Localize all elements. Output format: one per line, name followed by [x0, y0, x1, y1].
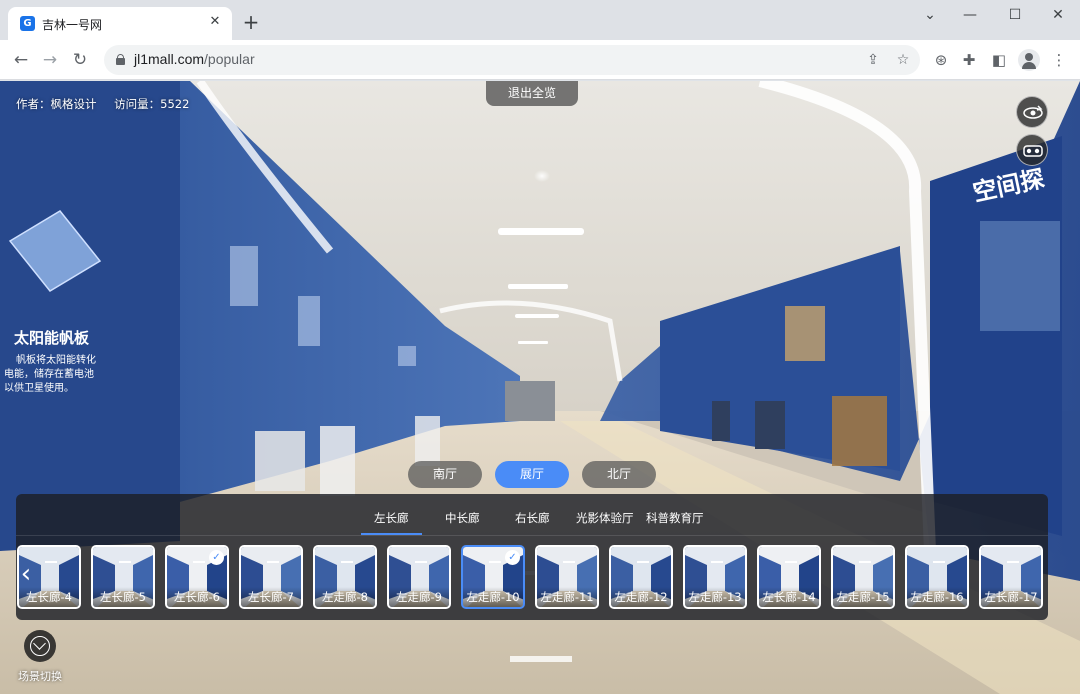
- scene-thumbnail[interactable]: 左长廊-17: [979, 545, 1043, 609]
- scene-thumbnail[interactable]: 左长廊-7: [239, 545, 303, 609]
- lock-icon[interactable]: [116, 54, 125, 65]
- wall-text-solar-title: 太阳能帆板: [14, 329, 90, 347]
- tab-search-chevron-icon[interactable]: ⌄: [910, 4, 950, 26]
- scene-thumbnail[interactable]: 左长廊-14: [757, 545, 821, 609]
- address-bar[interactable]: jl1mall.com/popular ⇪ ☆: [104, 45, 920, 75]
- scene-switch-button[interactable]: [24, 630, 56, 662]
- scene-thumbnail[interactable]: 左走廊-9: [387, 545, 451, 609]
- maximize-icon[interactable]: ☐: [995, 4, 1035, 26]
- subtab-left-corridor[interactable]: 左长廊: [374, 510, 409, 526]
- star-icon[interactable]: ☆: [892, 49, 914, 71]
- panel-divider: [16, 535, 1048, 536]
- browser-tab[interactable]: G 吉林一号网 ✕: [8, 7, 232, 40]
- back-icon[interactable]: ←: [9, 48, 33, 72]
- subtab-middle-corridor[interactable]: 中长廊: [445, 510, 480, 526]
- scene-thumbnail[interactable]: 左走廊-15: [831, 545, 895, 609]
- subtab-light-experience-hall[interactable]: 光影体验厅: [576, 510, 634, 526]
- vr-glasses-icon[interactable]: [1016, 134, 1048, 166]
- forward-icon[interactable]: →: [38, 48, 62, 72]
- share-icon[interactable]: ⇪: [862, 49, 884, 71]
- new-tab-icon[interactable]: +: [240, 11, 262, 33]
- wall-text-solar-desc-2: 电能，储存在蓄电池: [4, 367, 94, 380]
- subtab-right-corridor[interactable]: 右长廊: [515, 510, 550, 526]
- thumbnail-label: 左长廊-4: [19, 587, 79, 607]
- thumbnail-label: 左长廊-7: [241, 587, 301, 607]
- hall-button-exhibition[interactable]: 展厅: [495, 461, 569, 488]
- subtab-science-education-hall[interactable]: 科普教育厅: [646, 510, 704, 526]
- thumbnail-label: 左走廊-16: [907, 587, 967, 607]
- rotate-view-icon[interactable]: [1016, 96, 1048, 128]
- wall-text-solar-desc-1: 帆板将太阳能转化: [16, 353, 96, 366]
- thumbnail-label: 左走廊-10: [463, 587, 523, 607]
- hall-button-north[interactable]: 北厅: [582, 461, 656, 488]
- tab-title: 吉林一号网: [42, 18, 103, 32]
- scene-thumbnail[interactable]: 左走廊-8: [313, 545, 377, 609]
- author-label: 作者：枫格设计: [16, 97, 97, 111]
- scene-thumbnail[interactable]: 左长廊-5: [91, 545, 155, 609]
- thumbnail-label: 左走廊-13: [685, 587, 745, 607]
- site-favicon-icon: G: [20, 16, 35, 31]
- tab-close-icon[interactable]: ✕: [206, 13, 224, 31]
- thumbnail-label: 左走廊-15: [833, 587, 893, 607]
- thumbnail-label: 左长廊-14: [759, 587, 819, 607]
- scene-thumbnail[interactable]: 左走廊-12: [609, 545, 673, 609]
- browser-toolbar: ← → ↻ jl1mall.com/popular ⇪ ☆ ⊛ ✚ ◧ ⋮: [0, 40, 1080, 80]
- minimize-icon[interactable]: —: [950, 4, 990, 26]
- url-text: jl1mall.com/popular: [134, 51, 255, 67]
- scene-thumbnail[interactable]: 左走廊-10 ✓: [461, 545, 525, 609]
- checkmark-icon: ✓: [505, 550, 520, 565]
- scene-thumbnail[interactable]: 左走廊-11: [535, 545, 599, 609]
- thumbnail-label: 左长廊-6: [167, 587, 227, 607]
- hall-button-south[interactable]: 南厅: [408, 461, 482, 488]
- more-icon[interactable]: ⋮: [1048, 49, 1070, 71]
- visit-count: 访问量：5522: [114, 97, 190, 111]
- wall-text-solar-desc-3: 以供卫星使用。: [4, 381, 74, 394]
- chevron-left-icon[interactable]: ‹: [16, 559, 36, 589]
- author-info: 作者：枫格设计 访问量：5522: [16, 96, 203, 112]
- extension-puzzle-icon[interactable]: ✚: [958, 49, 980, 71]
- window-close-icon[interactable]: ✕: [1038, 4, 1078, 26]
- thumbnail-label: 左走廊-9: [389, 587, 449, 607]
- side-panel-icon[interactable]: ◧: [988, 49, 1010, 71]
- thumbnail-label: 左长廊-5: [93, 587, 153, 607]
- scene-thumbnail[interactable]: 左走廊-13: [683, 545, 747, 609]
- thumbnail-label: 左走廊-11: [537, 587, 597, 607]
- scene-thumbnail[interactable]: 左走廊-16: [905, 545, 969, 609]
- thumbnail-label: 左走廊-8: [315, 587, 375, 607]
- browser-window: G 吉林一号网 ✕ + ⌄ — ☐ ✕ ← → ↻ jl1mall.com/po…: [0, 0, 1080, 694]
- panorama-viewer[interactable]: 太阳能帆板 帆板将太阳能转化 电能，储存在蓄电池 以供卫星使用。 空间探 作者：…: [0, 81, 1080, 694]
- reload-icon[interactable]: ↻: [68, 48, 92, 72]
- scene-selector-panel: 左长廊 中长廊 右长廊 光影体验厅 科普教育厅 左长廊-4 左长廊-5 左长廊-6 ✓…: [16, 494, 1048, 620]
- extension-icon[interactable]: ⊛: [930, 49, 952, 71]
- exit-overview-button[interactable]: 退出全览: [486, 81, 578, 106]
- scene-switch-label: 场景切换: [18, 670, 62, 683]
- scene-thumbnail[interactable]: 左长廊-6 ✓: [165, 545, 229, 609]
- thumbnail-label: 左走廊-12: [611, 587, 671, 607]
- checkmark-icon: ✓: [209, 550, 224, 565]
- tab-strip: G 吉林一号网 ✕ + ⌄ — ☐ ✕: [0, 0, 1080, 40]
- profile-icon[interactable]: [1018, 49, 1040, 71]
- thumbnail-label: 左长廊-17: [981, 587, 1041, 607]
